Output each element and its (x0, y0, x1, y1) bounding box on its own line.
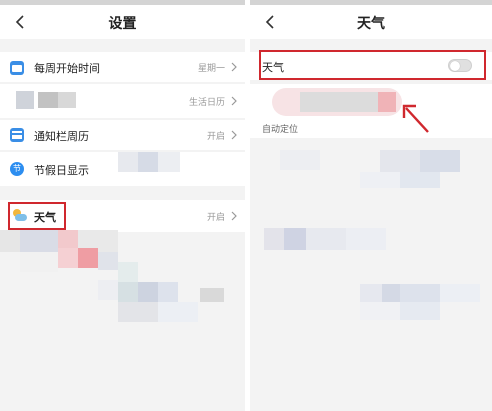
annotation-arrow-icon (402, 104, 429, 133)
weather-settings-screen: 天气 天气 自动定位 (250, 0, 492, 411)
highlight-box (8, 202, 66, 230)
blurred-area (78, 248, 98, 268)
highlight-box (259, 50, 486, 80)
holiday-icon: 节 (10, 162, 24, 176)
row-value: 开启 (206, 213, 225, 223)
chevron-right-icon (231, 62, 237, 72)
weather-nav-bar: 天气 (250, 5, 492, 39)
blurred-area (20, 230, 58, 252)
blurred-area (200, 288, 224, 302)
blurred-area (118, 152, 138, 172)
blurred-area (0, 230, 20, 252)
blurred-text (58, 92, 76, 108)
settings-nav-bar: 设置 (0, 5, 245, 39)
blurred-area (58, 248, 78, 268)
page-title: 设置 (108, 16, 137, 32)
auto-location-label[interactable]: 自动定位 (262, 122, 298, 135)
weather-settings-rows: 自动定位 (250, 84, 492, 138)
blurred-area (400, 284, 440, 302)
chevron-right-icon (231, 96, 237, 106)
blurred-area (158, 302, 198, 322)
row-label: 通知栏周历 (34, 130, 89, 143)
blurred-area (382, 284, 400, 302)
row-label: 每周开始时间 (34, 62, 100, 75)
blurred-area (360, 302, 400, 320)
blurred-text (38, 92, 58, 108)
blurred-area (158, 282, 178, 302)
blurred-area (306, 228, 346, 250)
blurred-area (98, 252, 118, 270)
blurred-area (360, 284, 382, 302)
blurred-area (420, 150, 460, 172)
blurred-area (378, 92, 396, 112)
blurred-area (98, 280, 118, 300)
calendar-icon (10, 61, 24, 75)
blurred-area (400, 172, 440, 188)
blurred-area (118, 262, 138, 282)
notification-calendar-icon (10, 128, 24, 142)
chevron-right-icon (231, 130, 237, 140)
settings-row-holiday-display[interactable]: 节 节假日显示 (0, 152, 245, 186)
blurred-area (440, 284, 480, 302)
page-title: 天气 (357, 16, 385, 32)
blurred-icon (16, 91, 34, 109)
settings-row-week-start[interactable]: 每周开始时间 星期一 (0, 52, 245, 82)
blurred-area (280, 150, 320, 170)
row-value: 生活日历 (188, 98, 225, 108)
blurred-area (138, 152, 158, 172)
blurred-area (118, 282, 138, 302)
blurred-area (118, 302, 158, 322)
blurred-area (346, 228, 386, 250)
chevron-right-icon (231, 211, 237, 221)
row-value: 开启 (206, 132, 225, 142)
blurred-area (264, 228, 284, 250)
settings-row-notification-calendar[interactable]: 通知栏周历 开启 (0, 120, 245, 150)
blurred-area (138, 282, 158, 302)
blurred-area (158, 152, 180, 172)
blurred-area (400, 302, 440, 320)
blurred-area (300, 92, 378, 112)
settings-row-life-calendar[interactable]: 生活日历 (0, 84, 245, 118)
blurred-area (360, 172, 400, 188)
blurred-area (380, 150, 420, 172)
settings-screen: 设置 每周开始时间 星期一 生活日历 通知栏周历 开启 节 节假日显示 天气 开… (0, 0, 245, 411)
blurred-area (284, 228, 306, 250)
row-value: 星期一 (197, 64, 225, 74)
row-label: 节假日显示 (34, 164, 89, 177)
blurred-area (20, 252, 58, 272)
